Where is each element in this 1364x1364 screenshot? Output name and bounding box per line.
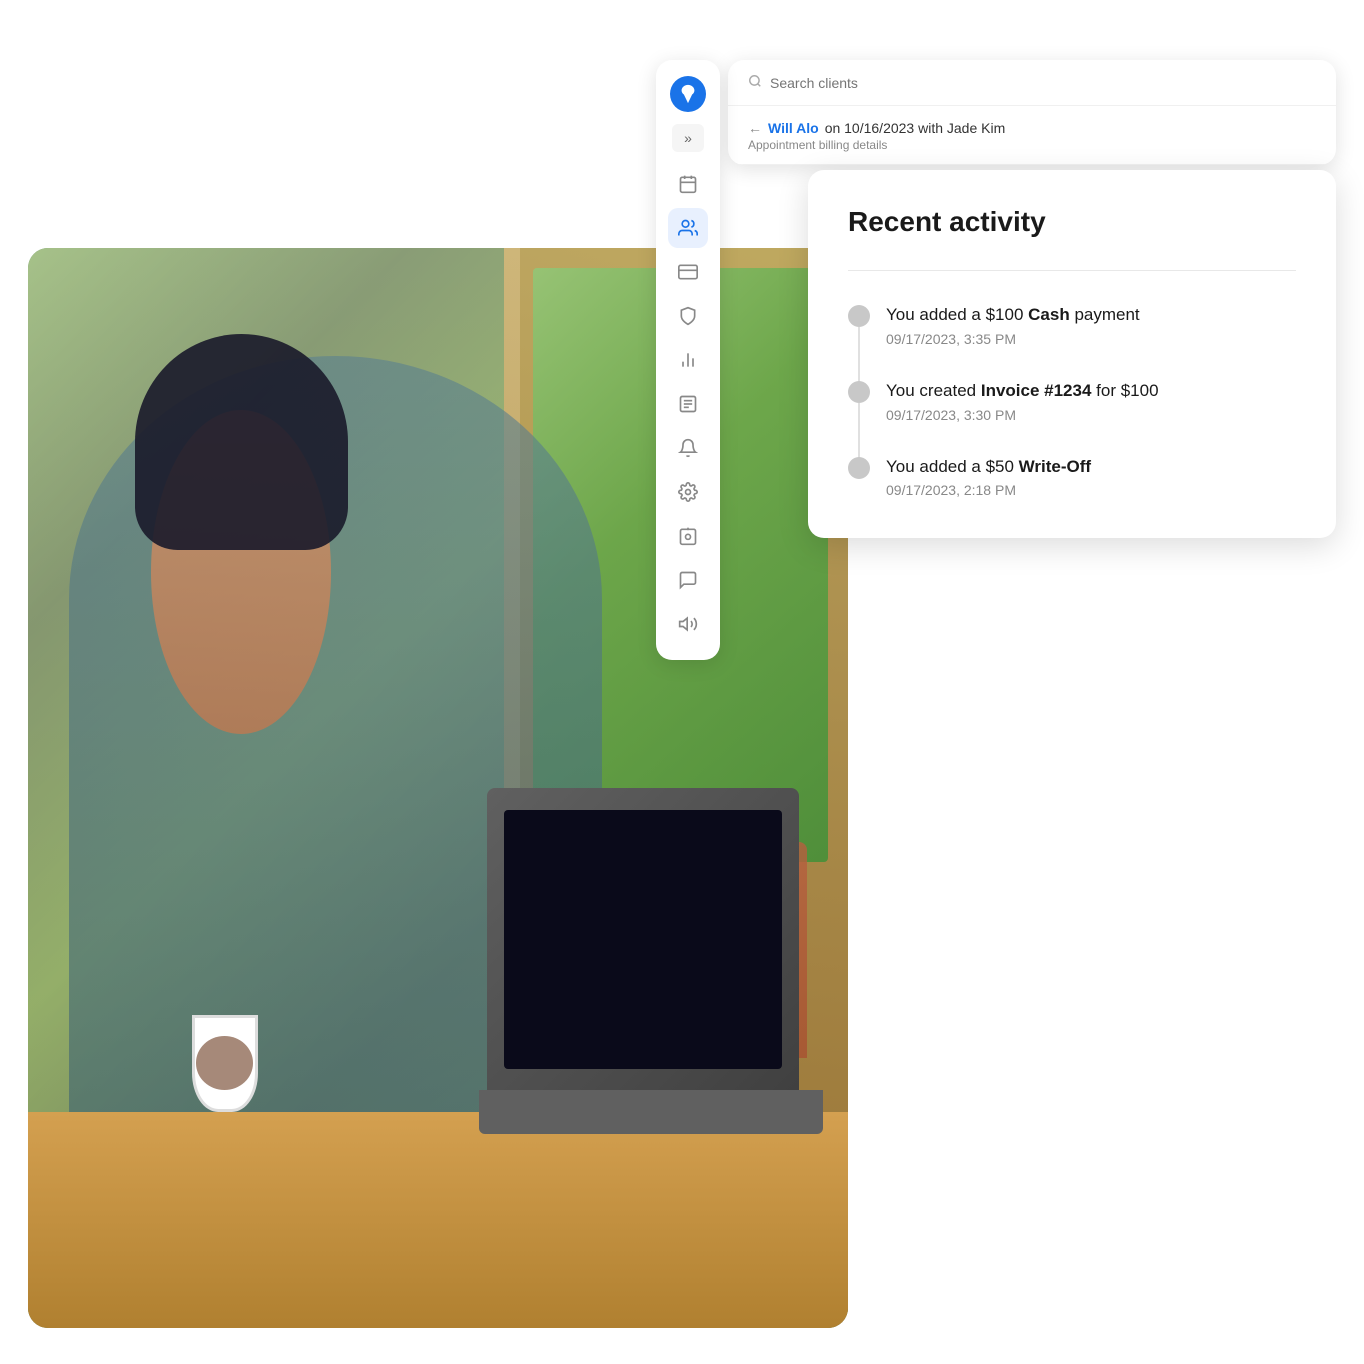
activity-text: You added a $50 Write-Off xyxy=(886,455,1296,479)
activity-content: You created Invoice #1234 for $100 09/17… xyxy=(886,379,1296,423)
activity-dot xyxy=(848,381,870,403)
activity-card: Recent activity You added a $100 Cash pa… xyxy=(808,170,1336,538)
sidebar-item-notifications[interactable] xyxy=(668,428,708,468)
sidebar-item-settings[interactable] xyxy=(668,472,708,512)
sidebar: » xyxy=(656,60,720,660)
sidebar-item-documents[interactable] xyxy=(668,384,708,424)
collapse-button[interactable]: » xyxy=(672,124,704,152)
page-subtitle: Appointment billing details xyxy=(748,138,1316,152)
activity-dot xyxy=(848,457,870,479)
activity-text-prefix: You added a $50 xyxy=(886,457,1019,476)
activity-timestamp: 09/17/2023, 3:30 PM xyxy=(886,407,1296,423)
sidebar-item-calendar[interactable] xyxy=(668,164,708,204)
app-logo xyxy=(670,76,706,112)
main-panel: ← Will Alo on 10/16/2023 with Jade Kim A… xyxy=(728,60,1336,165)
sidebar-item-scheduler[interactable] xyxy=(668,516,708,556)
activity-text: You created Invoice #1234 for $100 xyxy=(886,379,1296,403)
activity-timestamp: 09/17/2023, 3:35 PM xyxy=(886,331,1296,347)
sidebar-item-security[interactable] xyxy=(668,296,708,336)
activity-text-bold: Cash xyxy=(1028,305,1070,324)
sidebar-item-clients[interactable] xyxy=(668,208,708,248)
sidebar-item-messages[interactable] xyxy=(668,560,708,600)
activity-item: You created Invoice #1234 for $100 09/17… xyxy=(848,379,1296,455)
activity-dot xyxy=(848,305,870,327)
activity-text-prefix: You added a $100 xyxy=(886,305,1028,324)
background-photo xyxy=(28,248,848,1328)
activity-content: You added a $50 Write-Off 09/17/2023, 2:… xyxy=(886,455,1296,499)
activity-list: You added a $100 Cash payment 09/17/2023… xyxy=(848,303,1296,498)
activity-text-suffix: payment xyxy=(1070,305,1140,324)
activity-text: You added a $100 Cash payment xyxy=(886,303,1296,327)
activity-timestamp: 09/17/2023, 2:18 PM xyxy=(886,482,1296,498)
search-icon xyxy=(748,74,762,91)
client-name-link[interactable]: Will Alo xyxy=(768,120,819,136)
sidebar-item-announcements[interactable] xyxy=(668,604,708,644)
search-input[interactable] xyxy=(770,75,1316,91)
content-header: ← Will Alo on 10/16/2023 with Jade Kim A… xyxy=(728,106,1336,165)
back-arrow-icon[interactable]: ← xyxy=(748,120,762,136)
activity-text-bold: Write-Off xyxy=(1019,457,1091,476)
appointment-info: on 10/16/2023 with Jade Kim xyxy=(825,120,1006,136)
activity-divider xyxy=(848,270,1296,271)
chevron-right-icon: » xyxy=(684,130,692,146)
activity-text-bold: Invoice #1234 xyxy=(981,381,1092,400)
activity-item: You added a $100 Cash payment 09/17/2023… xyxy=(848,303,1296,379)
breadcrumb: ← Will Alo on 10/16/2023 with Jade Kim xyxy=(748,120,1316,136)
activity-title: Recent activity xyxy=(848,206,1296,238)
sidebar-item-reports[interactable] xyxy=(668,340,708,380)
activity-item: You added a $50 Write-Off 09/17/2023, 2:… xyxy=(848,455,1296,499)
activity-text-suffix: for $100 xyxy=(1091,381,1158,400)
sidebar-item-billing[interactable] xyxy=(668,252,708,292)
search-bar xyxy=(728,60,1336,106)
activity-text-prefix: You created xyxy=(886,381,981,400)
activity-content: You added a $100 Cash payment 09/17/2023… xyxy=(886,303,1296,347)
